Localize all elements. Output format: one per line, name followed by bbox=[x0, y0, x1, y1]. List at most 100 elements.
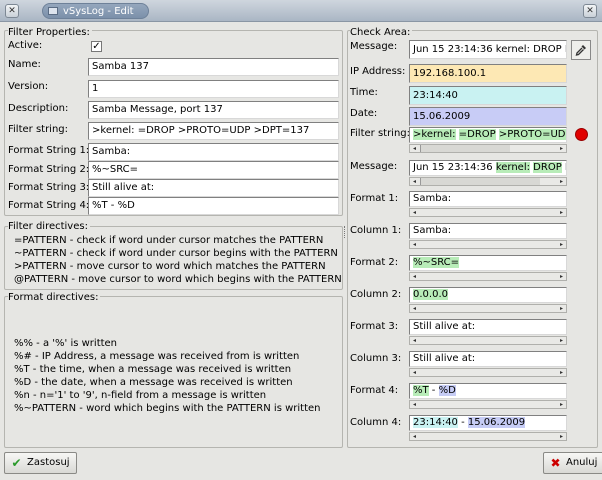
column-2-label: Column 2: bbox=[350, 289, 402, 300]
column-2-scrollbar[interactable]: ◂ ▸ bbox=[409, 304, 567, 313]
filter-directive-line-1: =PATTERN - check if word under cursor ma… bbox=[14, 235, 324, 246]
column-4-scrollbar[interactable]: ◂ ▸ bbox=[409, 432, 567, 441]
format-directive-line-6: %~PATTERN - word which begins with the P… bbox=[14, 403, 321, 414]
cancel-icon: ✖ bbox=[550, 456, 561, 470]
window-menu-button[interactable]: ✕ bbox=[5, 4, 19, 18]
message-match-drop: DROP bbox=[533, 162, 562, 173]
filter-token-drop: =DROP bbox=[458, 129, 496, 140]
format-directives-title: Format directives: bbox=[8, 292, 101, 303]
format-1-output[interactable]: Samba: bbox=[409, 191, 567, 207]
format-string-3-input[interactable]: Still alive at: bbox=[88, 179, 339, 197]
scroll-right-icon[interactable]: ▸ bbox=[557, 305, 566, 312]
message2-scrollbar[interactable]: ◂ ▸ bbox=[409, 177, 567, 186]
scroll-left-icon[interactable]: ◂ bbox=[410, 401, 419, 408]
match-status-indicator bbox=[575, 128, 588, 141]
description-label: Description: bbox=[8, 103, 69, 114]
scroll-right-icon[interactable]: ▸ bbox=[557, 178, 566, 185]
format-2-scrollbar[interactable]: ◂ ▸ bbox=[409, 272, 567, 281]
active-label: Active: bbox=[8, 40, 43, 51]
date-input[interactable]: 15.06.2009 bbox=[409, 107, 567, 126]
apply-button[interactable]: ✔ Zastosuj bbox=[4, 452, 77, 474]
active-checkbox[interactable]: ✓ bbox=[91, 41, 102, 52]
format-4-scrollbar[interactable]: ◂ ▸ bbox=[409, 400, 567, 409]
filter-string-scrollbar[interactable]: ◂ ▸ bbox=[409, 144, 567, 153]
scroll-left-icon[interactable]: ◂ bbox=[410, 241, 419, 248]
check-message2-input[interactable]: Jun 15 23:14:36 kernel: DROP I bbox=[409, 160, 567, 176]
filter-token-proto: >PROTO=UDP bbox=[498, 129, 566, 140]
format-string-4-input[interactable]: %T - %D bbox=[88, 197, 339, 215]
time-input[interactable]: 23:14:40 bbox=[409, 86, 567, 105]
name-input[interactable]: Samba 137 bbox=[88, 58, 339, 76]
window-title: vSysLog - Edit bbox=[63, 6, 134, 17]
check-message2-label: Message: bbox=[350, 161, 398, 172]
scroll-left-icon[interactable]: ◂ bbox=[410, 273, 419, 280]
scroll-left-icon[interactable]: ◂ bbox=[410, 305, 419, 312]
format-3-scrollbar[interactable]: ◂ ▸ bbox=[409, 336, 567, 345]
filter-string-label: Filter string: bbox=[8, 124, 69, 135]
scroll-right-icon[interactable]: ▸ bbox=[557, 369, 566, 376]
checkmark-icon: ✔ bbox=[11, 456, 22, 470]
check-icon: ✓ bbox=[92, 41, 101, 52]
check-message-label: Message: bbox=[350, 41, 398, 52]
format-4-output[interactable]: %T - %D bbox=[409, 383, 567, 399]
scroll-left-icon[interactable]: ◂ bbox=[410, 209, 419, 216]
eyedropper-icon bbox=[575, 45, 586, 56]
date-label: Date: bbox=[350, 108, 378, 119]
scroll-left-icon[interactable]: ◂ bbox=[410, 178, 419, 185]
check-message-input[interactable]: Jun 15 23:14:36 kernel: DROP I bbox=[409, 40, 567, 59]
format-2-label: Format 2: bbox=[350, 257, 399, 268]
ip-address-input[interactable]: 192.168.100.1 bbox=[409, 64, 567, 83]
format-1-label: Format 1: bbox=[350, 193, 399, 204]
format-directive-line-2: %# - IP Address, a message was received … bbox=[14, 351, 300, 362]
window-title-pill[interactable]: vSysLog - Edit bbox=[42, 3, 149, 19]
check-filter-string-input[interactable]: >kernel: =DROP >PROTO=UDP > bbox=[409, 127, 567, 143]
column-4-label: Column 4: bbox=[350, 417, 402, 428]
filter-token-kernel: >kernel: bbox=[413, 129, 456, 140]
format-string-2-input[interactable]: %~SRC= bbox=[88, 161, 339, 179]
scroll-right-icon[interactable]: ▸ bbox=[557, 433, 566, 440]
format-4-label: Format 4: bbox=[350, 385, 399, 396]
message-match-kernel: kernel: bbox=[495, 162, 530, 173]
format-2-output[interactable]: %~SRC= bbox=[409, 255, 567, 271]
cancel-button-label: Anuluj bbox=[566, 457, 598, 468]
window-close-button[interactable]: ✕ bbox=[583, 4, 597, 18]
scroll-left-icon[interactable]: ◂ bbox=[410, 369, 419, 376]
scroll-right-icon[interactable]: ▸ bbox=[557, 401, 566, 408]
format-string-2-label: Format String 2: bbox=[8, 164, 90, 175]
format-3-label: Format 3: bbox=[350, 321, 399, 332]
column-2-output[interactable]: 0.0.0.0 bbox=[409, 287, 567, 303]
ip-address-label: IP Address: bbox=[350, 66, 406, 77]
column-3-scrollbar[interactable]: ◂ ▸ bbox=[409, 368, 567, 377]
filter-directive-line-3: >PATTERN - move cursor to word which mat… bbox=[14, 261, 326, 272]
format-3-output[interactable]: Still alive at: bbox=[409, 319, 567, 335]
scroll-right-icon[interactable]: ▸ bbox=[557, 145, 566, 152]
column-3-output[interactable]: Still alive at: bbox=[409, 351, 567, 367]
format-string-4-label: Format String 4: bbox=[8, 200, 90, 211]
scroll-right-icon[interactable]: ▸ bbox=[557, 273, 566, 280]
scroll-right-icon[interactable]: ▸ bbox=[557, 337, 566, 344]
column-1-scrollbar[interactable]: ◂ ▸ bbox=[409, 240, 567, 249]
scroll-thumb[interactable] bbox=[420, 178, 540, 185]
scroll-left-icon[interactable]: ◂ bbox=[410, 433, 419, 440]
version-input[interactable]: 1 bbox=[88, 80, 339, 98]
description-input[interactable]: Samba Message, port 137 bbox=[88, 101, 339, 119]
filter-properties-title: Filter Properties: bbox=[8, 27, 92, 38]
title-bar: ✕ vSysLog - Edit ✕ bbox=[0, 0, 602, 22]
picker-button[interactable] bbox=[571, 40, 591, 60]
scroll-thumb[interactable] bbox=[420, 145, 510, 152]
format-string-1-input[interactable]: Samba: bbox=[88, 143, 339, 161]
scroll-right-icon[interactable]: ▸ bbox=[557, 209, 566, 216]
scroll-left-icon[interactable]: ◂ bbox=[410, 145, 419, 152]
version-label: Version: bbox=[8, 81, 49, 92]
format-directive-line-4: %D - the date, when a message was receiv… bbox=[14, 377, 293, 388]
column-4-output[interactable]: 23:14:40 - 15.06.2009 bbox=[409, 415, 567, 431]
scroll-right-icon[interactable]: ▸ bbox=[557, 241, 566, 248]
cancel-button[interactable]: ✖ Anuluj bbox=[543, 452, 602, 474]
name-label: Name: bbox=[8, 59, 41, 70]
column-1-output[interactable]: Samba: bbox=[409, 223, 567, 239]
check-area-title: Check Area: bbox=[350, 27, 413, 38]
format-1-scrollbar[interactable]: ◂ ▸ bbox=[409, 208, 567, 217]
format-directive-line-5: %n - n='1' to '9', n-field from a messag… bbox=[14, 390, 267, 401]
filter-string-input[interactable]: >kernel: =DROP >PROTO=UDP >DPT=137 bbox=[88, 122, 339, 140]
scroll-left-icon[interactable]: ◂ bbox=[410, 337, 419, 344]
